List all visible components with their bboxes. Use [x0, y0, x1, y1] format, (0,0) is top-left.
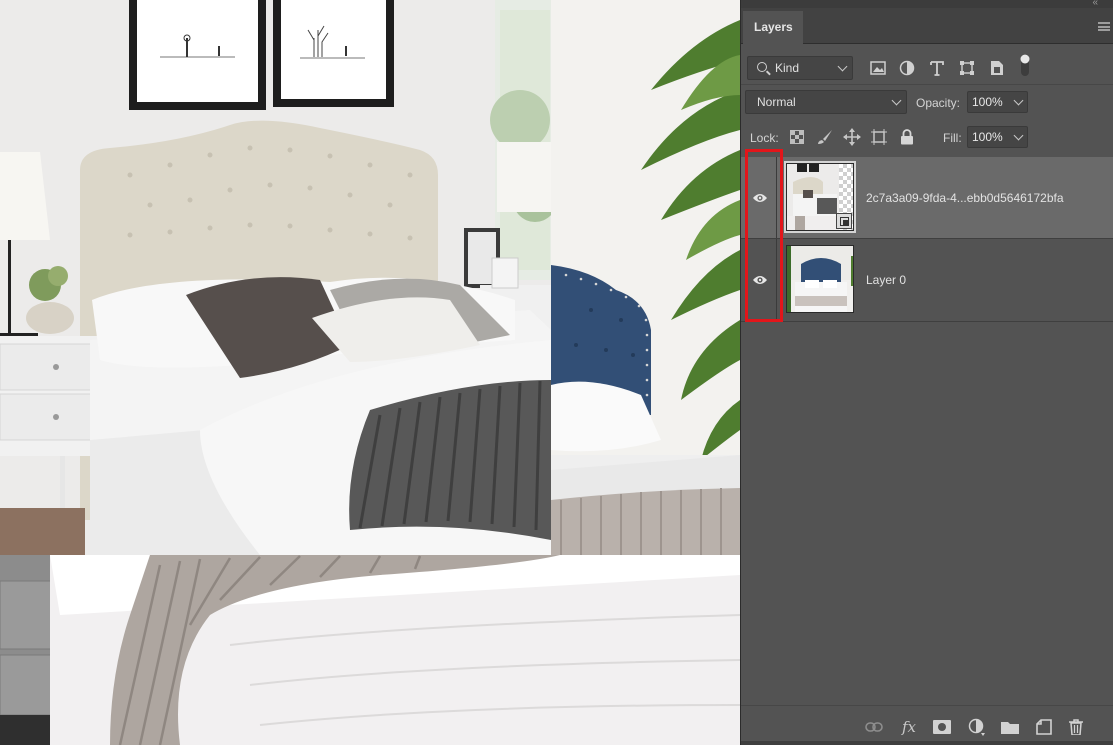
collapse-panel-icon[interactable]: « — [1092, 0, 1097, 8]
panel-bottom-edge — [741, 741, 1113, 745]
layer-thumbnail-layer-0[interactable] — [786, 245, 854, 313]
shape-filter-icon[interactable] — [956, 57, 978, 79]
opacity-input[interactable]: 100% — [967, 91, 1012, 113]
lock-image-icon[interactable] — [816, 128, 834, 146]
layer-name[interactable]: Layer 0 — [866, 273, 906, 287]
opacity-dropdown-button[interactable] — [1011, 91, 1028, 113]
layers-panel: « Layers Kind Normal Opacity: 100% Lock:… — [740, 0, 1113, 745]
fill-label: Fill: — [943, 131, 962, 145]
lock-all-icon[interactable] — [898, 128, 916, 146]
search-icon — [757, 62, 767, 72]
duvet-closeup-photo — [0, 555, 740, 745]
chevron-down-icon — [837, 61, 848, 72]
adjustment-filter-icon[interactable] — [896, 57, 918, 79]
layer-thumbnail-smart-object[interactable] — [784, 161, 856, 233]
panel-tabbar: Layers — [741, 8, 1113, 44]
smart-object-badge-icon — [836, 213, 852, 229]
blend-mode-select[interactable]: Normal — [745, 90, 907, 114]
fx-icon[interactable]: fx — [899, 718, 919, 736]
layer-row-layer-0[interactable]: Layer 0 — [741, 239, 1113, 321]
beige-bedroom-photo — [0, 0, 551, 555]
layer-filter-row: Kind — [741, 51, 1113, 85]
visibility-highlight-annotation — [745, 149, 783, 322]
smart-object-filter-icon[interactable] — [986, 57, 1008, 79]
lock-row: Lock: Fill: 100% — [741, 121, 1113, 155]
trash-icon[interactable] — [1066, 718, 1086, 736]
opacity-label: Opacity: — [916, 96, 961, 110]
fill-input[interactable]: 100% — [967, 126, 1012, 148]
panel-menu-icon[interactable] — [1098, 22, 1110, 31]
chevron-down-icon — [891, 95, 902, 106]
layers-bottom-toolbar: fx — [741, 705, 1113, 745]
filter-kind-select[interactable]: Kind — [747, 56, 853, 80]
beige-bedroom-illustration — [0, 0, 551, 555]
blend-mode-label: Normal — [757, 95, 796, 109]
blend-mode-row: Normal Opacity: 100% — [741, 87, 1113, 121]
blue-bedroom-photo — [551, 0, 740, 555]
document-canvas[interactable] — [0, 0, 740, 745]
duvet-closeup-illustration — [0, 555, 740, 745]
separator — [741, 84, 1113, 85]
type-filter-icon[interactable] — [926, 57, 948, 79]
layer-row-smart-object[interactable]: 2c7a3a09-9fda-4...ebb0d5646172bfa — [741, 157, 1113, 239]
layer-divider — [741, 321, 1113, 322]
link-layers-icon[interactable] — [864, 718, 884, 736]
mask-icon[interactable] — [932, 718, 952, 736]
lock-artboard-icon[interactable] — [870, 128, 888, 146]
new-layer-icon[interactable] — [1034, 718, 1054, 736]
layers-list: 2c7a3a09-9fda-4...ebb0d5646172bfa Layer … — [741, 155, 1113, 705]
panel-topbar: « — [741, 0, 1113, 8]
group-folder-icon[interactable] — [1000, 718, 1020, 736]
fill-dropdown-button[interactable] — [1011, 126, 1028, 148]
tab-layers[interactable]: Layers — [743, 11, 803, 44]
filter-kind-label: Kind — [775, 61, 800, 75]
filter-toggle-icon[interactable] — [1014, 54, 1036, 76]
blue-bedroom-illustration — [551, 0, 740, 555]
layer-name[interactable]: 2c7a3a09-9fda-4...ebb0d5646172bfa — [866, 191, 1064, 205]
lock-label: Lock: — [750, 131, 779, 145]
lock-position-icon[interactable] — [843, 128, 861, 146]
lock-transparent-icon[interactable] — [788, 128, 806, 146]
image-filter-icon[interactable] — [867, 57, 889, 79]
adjustment-layer-icon[interactable] — [967, 718, 987, 736]
